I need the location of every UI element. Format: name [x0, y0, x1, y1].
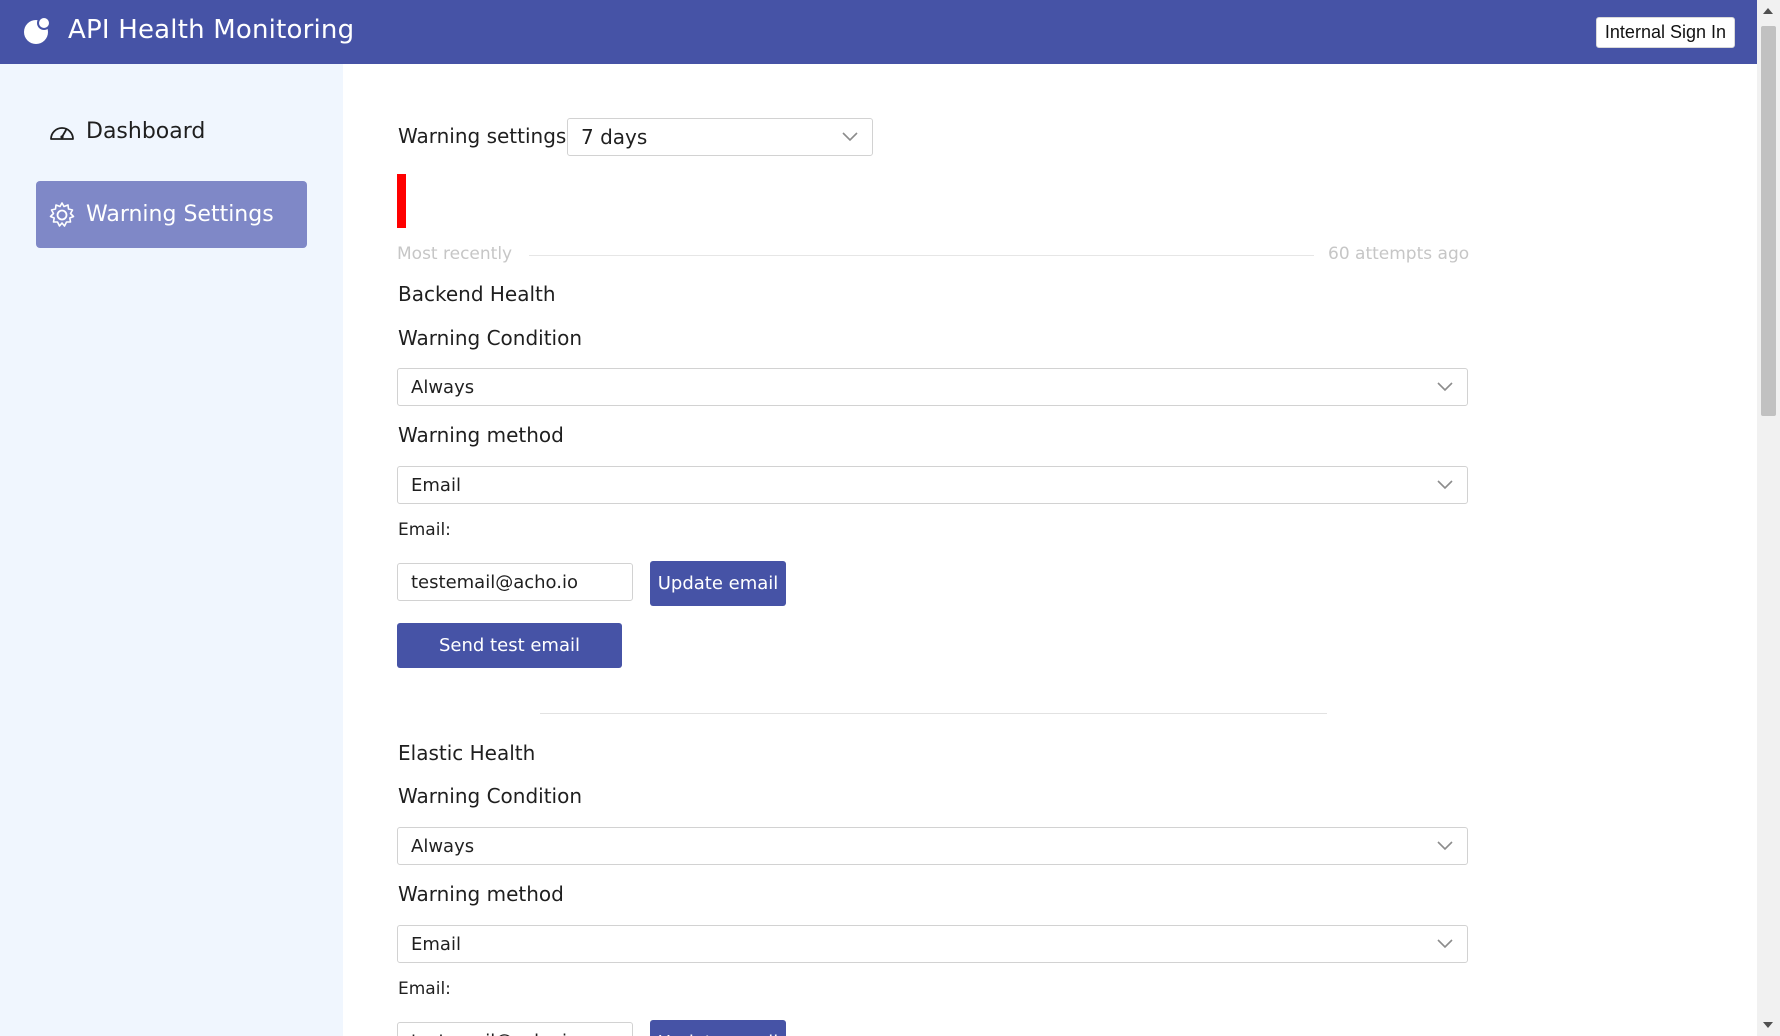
timeline-start-label: Most recently [397, 244, 513, 264]
section-title: Backend Health [398, 282, 556, 306]
email-label: Email: [398, 979, 451, 999]
sidebar-item-warning-settings[interactable]: Warning Settings [36, 181, 307, 248]
email-label: Email: [398, 520, 451, 540]
chevron-down-icon [1437, 841, 1453, 851]
sidebar: Dashboard Warning Settings [0, 64, 343, 1036]
chevron-down-icon [842, 132, 858, 142]
period-select-value: 7 days [581, 125, 648, 149]
app-logo-icon [24, 16, 51, 44]
warning-method-select[interactable]: Email [397, 466, 1468, 504]
scrollbar-thumb[interactable] [1761, 26, 1776, 416]
email-input[interactable]: testemail@acho.io [397, 1022, 633, 1036]
internal-sign-in-button[interactable]: Internal Sign In [1595, 17, 1735, 48]
warning-method-value: Email [411, 933, 461, 955]
top-bar: API Health Monitoring Internal Sign In [0, 0, 1757, 64]
gear-icon [49, 201, 75, 227]
warning-condition-value: Always [411, 376, 475, 398]
warning-condition-select[interactable]: Always [397, 368, 1468, 406]
chevron-down-icon [1437, 939, 1453, 949]
warning-method-value: Email [411, 474, 461, 496]
chevron-down-icon [1437, 382, 1453, 392]
sidebar-item-label: Dashboard [86, 119, 206, 144]
period-select[interactable]: 7 days [567, 118, 873, 156]
main-content: Warning settings 7 days Most recently 60… [343, 64, 1757, 1036]
section-divider [540, 713, 1327, 714]
section-title: Elastic Health [398, 741, 536, 765]
warning-condition-label: Warning Condition [398, 784, 583, 808]
scroll-down-arrow-icon[interactable] [1763, 1022, 1773, 1028]
scroll-up-arrow-icon[interactable] [1763, 8, 1773, 14]
timeline-end-label: 60 attempts ago [1328, 244, 1470, 264]
warning-condition-select[interactable]: Always [397, 827, 1468, 865]
app-title: API Health Monitoring [68, 15, 355, 45]
chevron-down-icon [1437, 480, 1453, 490]
email-input[interactable]: testemail@acho.io [397, 563, 633, 601]
vertical-scrollbar[interactable] [1757, 0, 1780, 1036]
dashboard-gauge-icon [50, 126, 74, 140]
warning-method-select[interactable]: Email [397, 925, 1468, 963]
timeline-line [529, 255, 1314, 256]
warning-condition-label: Warning Condition [398, 326, 583, 350]
warning-method-label: Warning method [398, 882, 564, 906]
update-email-button[interactable]: Update email [650, 1020, 786, 1036]
period-label: Warning settings [398, 124, 567, 148]
sidebar-item-dashboard[interactable]: Dashboard [36, 98, 307, 165]
update-email-button[interactable]: Update email [650, 561, 786, 606]
warning-condition-value: Always [411, 835, 475, 857]
warning-method-label: Warning method [398, 423, 564, 447]
sidebar-item-label: Warning Settings [86, 202, 274, 227]
status-bar-failure [397, 174, 406, 228]
send-test-email-button[interactable]: Send test email [397, 623, 622, 668]
